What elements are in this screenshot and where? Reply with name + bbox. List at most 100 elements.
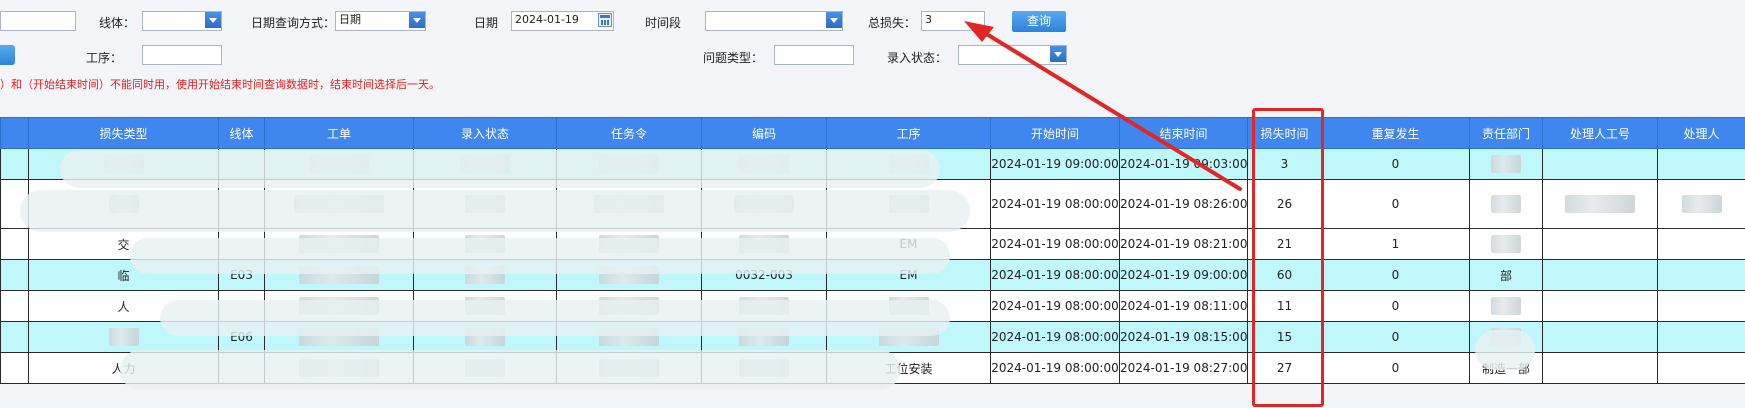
time-period-select[interactable]: [705, 11, 843, 31]
redacted-block: [888, 195, 929, 213]
cell-end-time: 2024-01-19 09:03:00: [1119, 148, 1248, 180]
cell-dept: [1469, 290, 1543, 322]
header-order[interactable]: 工单: [264, 117, 414, 149]
cell-order: [264, 148, 414, 180]
cell-task: [556, 259, 702, 291]
cell-handler: [1657, 352, 1745, 384]
chevron-down-icon[interactable]: [409, 12, 425, 28]
cell-line: [218, 290, 265, 322]
cell-process: EM: [826, 259, 991, 291]
redacted-block: [594, 195, 664, 213]
header-entry-status[interactable]: 录入状态: [413, 117, 557, 149]
unlabeled-input[interactable]: [0, 11, 76, 31]
cell-line: E06: [218, 321, 265, 353]
redacted-block: [878, 328, 939, 346]
entry-status-select[interactable]: [958, 45, 1067, 65]
cell-dept: [1469, 179, 1543, 229]
cell-handler-id: [1542, 228, 1658, 260]
calendar-icon[interactable]: [598, 13, 612, 27]
cell-loss-type: 人: [28, 290, 219, 322]
redacted-block: [739, 297, 789, 315]
redacted-block: [103, 155, 144, 173]
chevron-down-icon[interactable]: [1050, 46, 1066, 62]
header-handler[interactable]: 处理人: [1657, 117, 1745, 149]
cell-task: [556, 179, 702, 229]
header-end-time[interactable]: 结束时间: [1119, 117, 1248, 149]
cell-process: EM: [826, 228, 991, 260]
header-process[interactable]: 工序: [826, 117, 991, 149]
table-row[interactable]: 交 EM 2024-01-19 08:00:00 2024-01-19 08:2…: [0, 228, 1745, 260]
redacted-block: [599, 328, 659, 346]
warning-text: ）和（开始结束时间）不能同时用，使用开始结束时间查询数据时，结束时间选择后一天。: [0, 78, 440, 91]
cell-line: [218, 352, 265, 384]
date-query-mode-select[interactable]: 日期: [335, 11, 426, 31]
date-query-mode-value: 日期: [339, 13, 361, 26]
header-line[interactable]: 线体: [218, 117, 265, 149]
cell-dept: [1469, 321, 1543, 353]
redacted-block: [739, 235, 789, 253]
query-button[interactable]: 查询: [1012, 11, 1066, 32]
cell-task: [556, 228, 702, 260]
cell-repeat: 1: [1321, 228, 1470, 260]
cell-dept: 部: [1469, 259, 1543, 291]
cell-handler: [1657, 259, 1745, 291]
issue-type-label: 问题类型：: [703, 51, 764, 65]
table-row[interactable]: 2024-01-19 08:00:00 2024-01-19 08:26:00 …: [0, 179, 1745, 229]
table-row[interactable]: 人力 工位安装 2024-01-19 08:00:00 2024-01-19 0…: [0, 352, 1745, 384]
cell-start-time: 2024-01-19 08:00:00: [990, 179, 1120, 229]
chevron-down-icon[interactable]: [205, 12, 221, 28]
total-loss-input[interactable]: 3: [921, 11, 985, 31]
header-select[interactable]: [0, 117, 29, 149]
redacted-block: [108, 195, 139, 213]
cell-code: [701, 290, 827, 322]
cell-dept: [1469, 148, 1543, 180]
table-row[interactable]: 2024-01-19 09:00:00 2024-01-19 09:03:00 …: [0, 148, 1745, 180]
cell-order: [264, 228, 414, 260]
table-row[interactable]: E06 2024-01-19 08:00:00 2024-01-19 08:15…: [0, 321, 1745, 353]
process-input[interactable]: [142, 45, 222, 65]
cell-handler-id: [1542, 290, 1658, 322]
side-action-button[interactable]: [0, 45, 15, 65]
redacted-block: [299, 235, 379, 253]
redacted-block: [1491, 297, 1521, 315]
redacted-block: [599, 235, 659, 253]
cell-handler: [1657, 228, 1745, 260]
redacted-block: [299, 328, 379, 346]
line-select[interactable]: [142, 11, 222, 31]
redacted-block: [1681, 195, 1722, 213]
cell-loss-type: [28, 148, 219, 180]
header-start-time[interactable]: 开始时间: [990, 117, 1120, 149]
header-handler-id[interactable]: 处理人工号: [1542, 117, 1658, 149]
chevron-down-icon[interactable]: [826, 12, 842, 28]
total-loss-value: 3: [925, 13, 932, 26]
cell-line: E03: [218, 259, 265, 291]
cell-process: [826, 179, 991, 229]
cell-code: 0032-003: [701, 259, 827, 291]
cell-handler: [1657, 179, 1745, 229]
redacted-block: [465, 235, 505, 253]
header-repeat[interactable]: 重复发生: [1321, 117, 1470, 149]
table-header-row: 损失类型 线体 工单 录入状态 任务令 编码 工序 开始时间 结束时间 损失时间…: [0, 117, 1745, 149]
date-input[interactable]: 2024-01-19: [511, 11, 614, 31]
cell-loss-type: [28, 179, 219, 229]
redacted-block: [465, 359, 505, 377]
header-loss-type[interactable]: 损失类型: [28, 117, 219, 149]
loss-data-table: 损失类型 线体 工单 录入状态 任务令 编码 工序 开始时间 结束时间 损失时间…: [0, 117, 1745, 384]
cell-task: [556, 290, 702, 322]
header-task[interactable]: 任务令: [556, 117, 702, 149]
cell-end-time: 2024-01-19 09:00:00: [1119, 259, 1248, 291]
cell-handler-id: [1542, 179, 1658, 229]
table-row[interactable]: 人 2024-01-19 08:00:00 2024-01-19 08:11:0…: [0, 290, 1745, 322]
cell-status: [413, 352, 557, 384]
redacted-block: [299, 359, 379, 377]
redacted-block: [460, 155, 510, 173]
redacted-block: [108, 328, 139, 346]
redacted-block: [888, 155, 929, 173]
cell-order: [264, 259, 414, 291]
cell-code: [701, 148, 827, 180]
header-code[interactable]: 编码: [701, 117, 827, 149]
table-row[interactable]: 临 E03 0032-003 EM 2024-01-19 08:00:00 20…: [0, 259, 1745, 291]
issue-type-input[interactable]: [774, 45, 854, 65]
header-dept[interactable]: 责任部门: [1469, 117, 1543, 149]
cell-end-time: 2024-01-19 08:11:00: [1119, 290, 1248, 322]
